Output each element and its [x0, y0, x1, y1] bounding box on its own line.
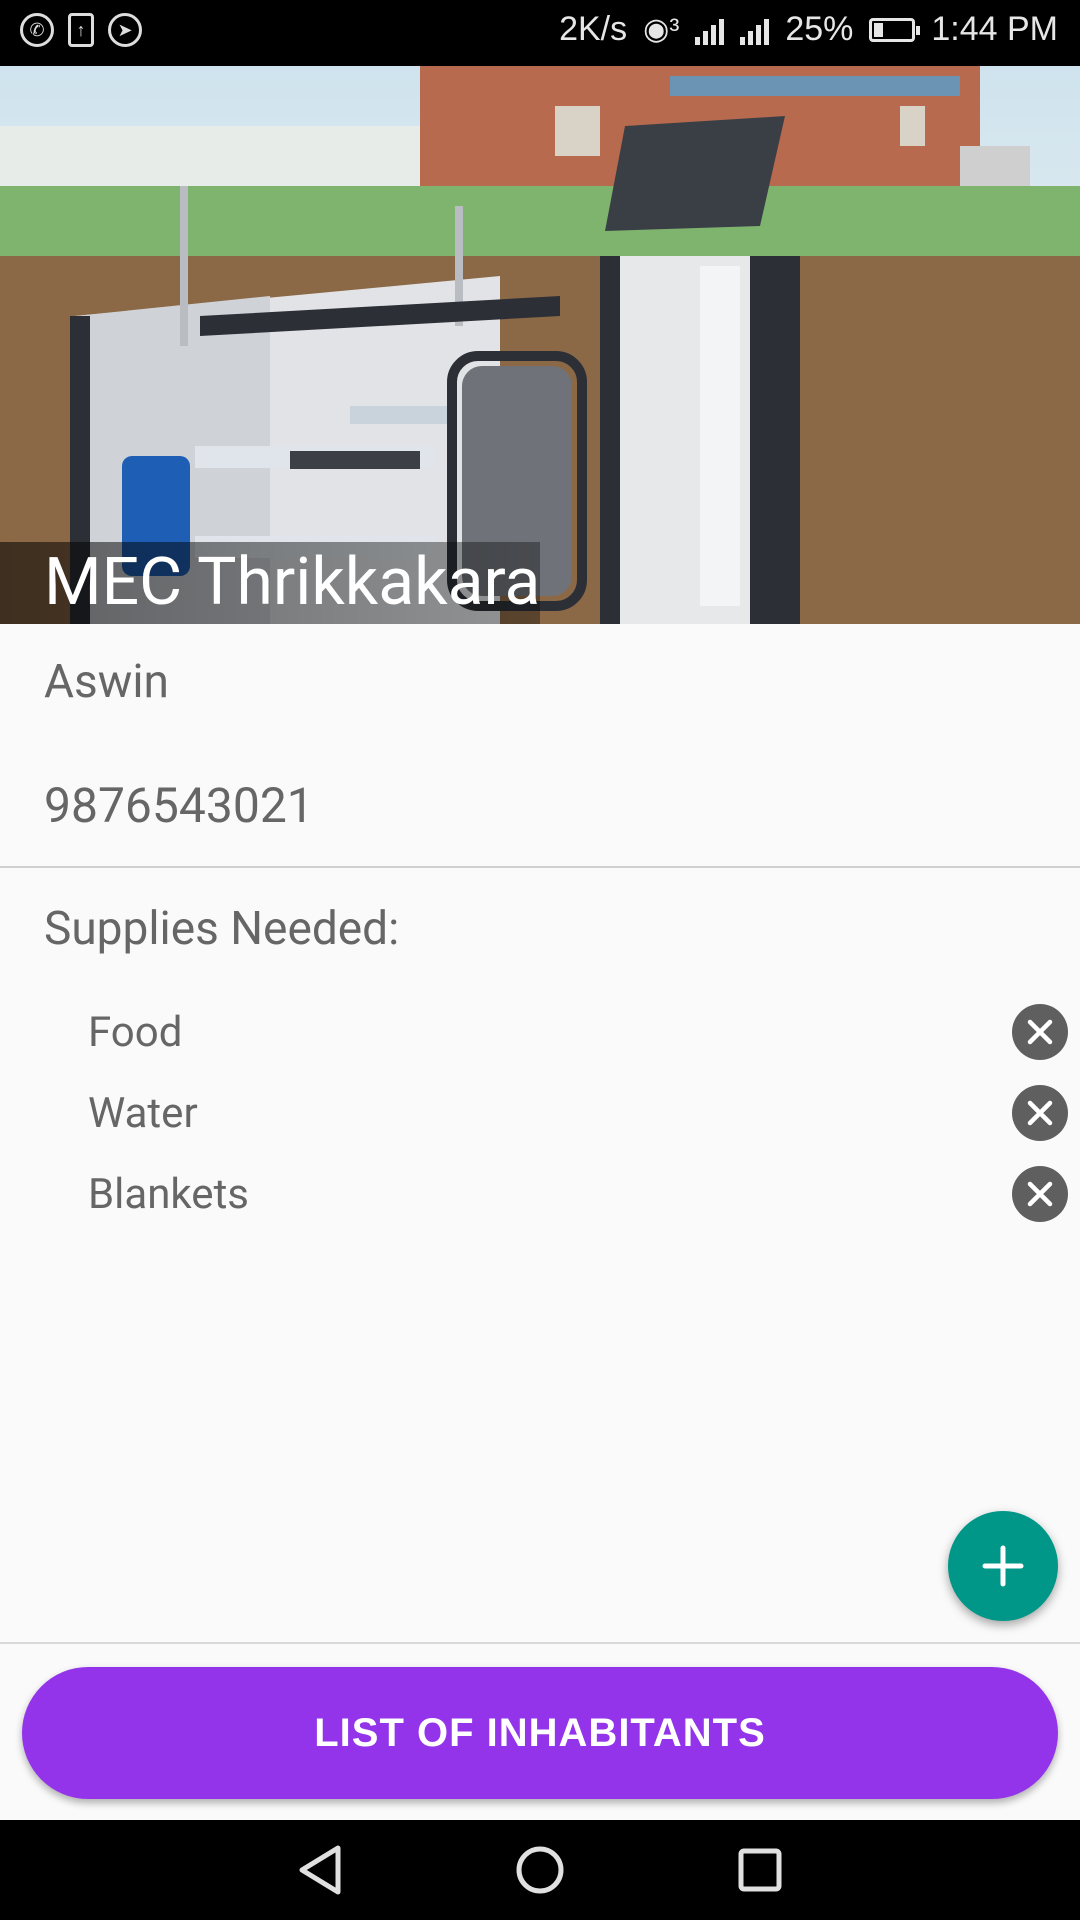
- remove-supply-button[interactable]: [1012, 1004, 1068, 1060]
- remove-supply-button[interactable]: [1012, 1166, 1068, 1222]
- add-supply-button[interactable]: [948, 1511, 1058, 1621]
- supply-item-label: Blankets: [88, 1170, 249, 1219]
- home-button[interactable]: [510, 1840, 570, 1900]
- contact-name: Aswin: [44, 655, 169, 709]
- supply-item: Blankets: [88, 1162, 1068, 1228]
- recents-square-icon: [738, 1848, 782, 1892]
- contact-phone[interactable]: 9876543021: [44, 777, 314, 834]
- back-button[interactable]: [290, 1840, 350, 1900]
- shelter-image: MEC Thrikkakara: [0, 66, 1080, 624]
- back-triangle-icon: [299, 1845, 341, 1895]
- telegram-icon: ➤: [108, 13, 142, 47]
- supply-item-label: Water: [88, 1089, 198, 1138]
- close-icon: [1027, 1019, 1053, 1045]
- list-of-inhabitants-button[interactable]: LIST OF INHABITANTS: [22, 1667, 1058, 1799]
- clock: 1:44 PM: [931, 10, 1058, 48]
- network-speed: 2K/s: [559, 10, 628, 48]
- recents-button[interactable]: [730, 1840, 790, 1900]
- divider: [0, 866, 1080, 868]
- battery-percent: 25%: [785, 10, 854, 48]
- supply-item: Food: [88, 1000, 1068, 1066]
- home-circle-icon: [516, 1846, 564, 1894]
- hotspot-icon: ◉³: [643, 13, 680, 46]
- supply-item-label: Food: [88, 1008, 183, 1057]
- signal-4g-icon: [740, 15, 770, 45]
- supplies-heading: Supplies Needed:: [44, 902, 400, 956]
- close-icon: [1027, 1181, 1053, 1207]
- navigation-bar: [0, 1820, 1080, 1920]
- supply-item: Water: [88, 1081, 1068, 1147]
- bunker-illustration: [0, 66, 1080, 624]
- shelter-title: MEC Thrikkakara: [0, 542, 540, 624]
- plus-icon: [982, 1545, 1024, 1587]
- remove-supply-button[interactable]: [1012, 1085, 1068, 1141]
- divider: [0, 1642, 1080, 1644]
- whatsapp-icon: ✆: [20, 13, 54, 47]
- upload-icon: ↑: [68, 13, 94, 47]
- close-icon: [1027, 1100, 1053, 1126]
- status-bar: ✆ ↑ ➤ 2K/s ◉³ 25% 1:44 PM: [0, 0, 1080, 66]
- signal-icon: [695, 15, 725, 45]
- battery-icon: [869, 17, 921, 42]
